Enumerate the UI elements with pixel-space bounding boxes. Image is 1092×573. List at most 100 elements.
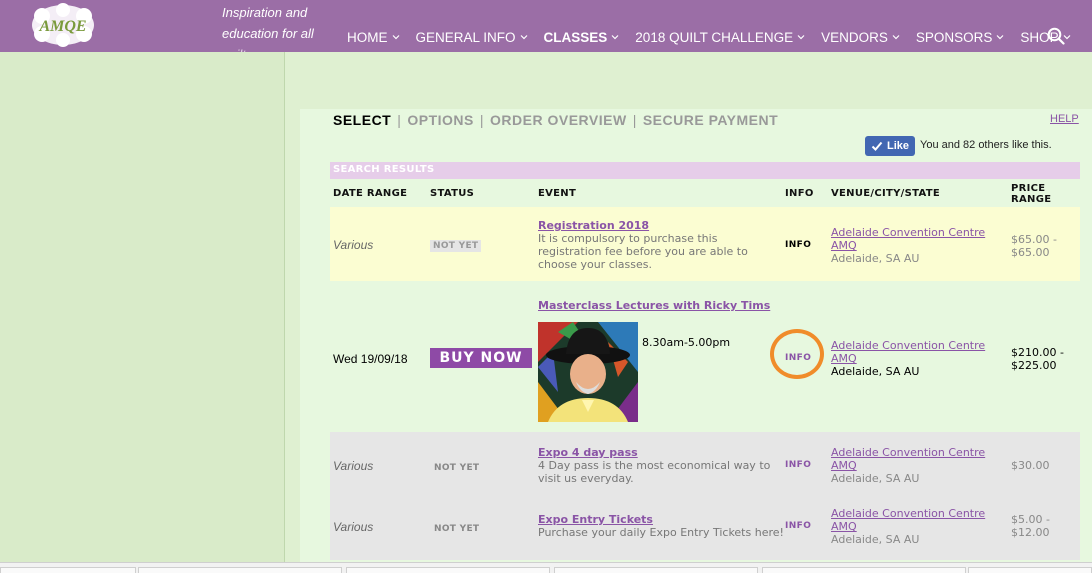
col-venue: VENUE/CITY/STATE xyxy=(831,188,940,199)
event-desc-line: choose your classes. xyxy=(538,258,653,271)
nav-home[interactable]: HOME xyxy=(347,30,400,45)
nav-home-label: HOME xyxy=(347,29,388,45)
row-event: Expo Entry Tickets Purchase your daily E… xyxy=(538,513,784,539)
nav-classes[interactable]: CLASSES xyxy=(544,30,620,45)
price-min: $5.00 - xyxy=(1011,513,1050,526)
col-price-line-2: RANGE xyxy=(1011,194,1052,205)
venue-link-amq[interactable]: AMQ xyxy=(831,520,985,533)
step-secure-payment: SECURE PAYMENT xyxy=(642,112,779,128)
price-max: $225.00 xyxy=(1011,359,1057,372)
not-yet-badge: NOT YET xyxy=(430,240,482,252)
venue-link[interactable]: Adelaide Convention Centre xyxy=(831,226,985,239)
event-time: 8.30am-5.00pm xyxy=(642,336,731,349)
site-header: AMQE Inspiration and education for all q… xyxy=(0,0,1092,62)
not-yet-badge: NOT YET xyxy=(434,463,480,473)
site-logo[interactable]: AMQE xyxy=(30,2,96,48)
row-price: $30.00 xyxy=(1011,459,1050,472)
step-separator: | xyxy=(479,112,485,128)
event-title-link[interactable]: Registration 2018 xyxy=(538,219,748,232)
help-link[interactable]: HELP xyxy=(1050,113,1079,125)
main-nav: HOME GENERAL INFO CLASSES 2018 QUILT CHA… xyxy=(347,27,1087,47)
venue-link-amq[interactable]: AMQ xyxy=(831,239,985,252)
browser-tab[interactable] xyxy=(346,567,550,573)
info-link[interactable]: INFO xyxy=(785,240,811,250)
nav-vendors[interactable]: VENDORS xyxy=(821,30,900,45)
chevron-down-icon xyxy=(611,35,619,40)
step-separator: | xyxy=(632,112,637,128)
like-label: Like xyxy=(886,140,909,152)
venue-link-amq[interactable]: AMQ xyxy=(831,352,985,365)
search-icon[interactable] xyxy=(1047,27,1065,45)
row-venue: Adelaide Convention Centre AMQ Adelaide,… xyxy=(831,226,985,265)
browser-tab[interactable] xyxy=(0,567,136,573)
logo-text: AMQE xyxy=(38,18,86,35)
like-count-text: You and 82 others like this. xyxy=(920,139,1052,151)
event-title-link[interactable]: Masterclass Lectures with Ricky Tims xyxy=(538,299,770,312)
event-title-link[interactable]: Expo Entry Tickets xyxy=(538,513,784,526)
venue-link-amq[interactable]: AMQ xyxy=(831,459,985,472)
step-separator: | xyxy=(397,112,402,128)
left-sidebar xyxy=(0,52,284,562)
browser-tab[interactable] xyxy=(554,567,758,573)
venue-city: Adelaide, SA AU xyxy=(831,533,920,546)
search-results-title: SEARCH RESULTS xyxy=(333,164,435,175)
nav-quilt-challenge[interactable]: 2018 QUILT CHALLENGE xyxy=(635,30,805,45)
info-link[interactable]: INFO xyxy=(785,521,811,531)
tagline-line-2: education for all xyxy=(222,26,314,41)
row-price: $65.00 - $65.00 xyxy=(1011,233,1057,259)
step-options: OPTIONS xyxy=(407,112,474,128)
venue-link[interactable]: Adelaide Convention Centre xyxy=(831,507,985,520)
nav-sponsors[interactable]: SPONSORS xyxy=(916,30,1005,45)
presenter-photo xyxy=(538,322,638,422)
facebook-like-button[interactable]: Like xyxy=(865,136,915,156)
row-date: Wed 19/09/18 xyxy=(333,352,408,366)
nav-vendors-label: VENDORS xyxy=(821,29,888,45)
col-price: PRICE RANGE xyxy=(1011,183,1051,205)
venue-link[interactable]: Adelaide Convention Centre xyxy=(831,339,985,352)
event-title-link[interactable]: Expo 4 day pass xyxy=(538,446,770,459)
checkout-steps: SELECT | OPTIONS | ORDER OVERVIEW | SECURE PAY… xyxy=(333,112,778,128)
chevron-down-icon xyxy=(520,35,527,40)
row-event: Expo 4 day pass 4 Day pass is the most e… xyxy=(538,446,770,485)
event-desc-line: Purchase your daily Expo Entry Tickets h… xyxy=(538,526,784,539)
buy-now-button[interactable]: BUY NOW xyxy=(430,348,532,368)
venue-city: Adelaide, SA AU xyxy=(831,472,920,485)
browser-tab[interactable] xyxy=(762,567,966,573)
row-status: NOT YET xyxy=(434,460,479,473)
chevron-down-icon xyxy=(892,35,900,40)
col-price-line-1: PRICE xyxy=(1011,183,1046,194)
chevron-down-icon xyxy=(996,35,1004,40)
venue-link[interactable]: Adelaide Convention Centre xyxy=(831,446,985,459)
venue-city: Adelaide, SA AU xyxy=(831,365,920,378)
nav-general-info-label: GENERAL INFO xyxy=(415,29,516,45)
event-desc-line: registration fee before you are able to xyxy=(538,245,748,258)
row-venue: Adelaide Convention Centre AMQ Adelaide,… xyxy=(831,507,985,546)
browser-tab[interactable] xyxy=(968,567,1092,573)
row-status: NOT YET xyxy=(434,521,479,534)
price-max: $65.00 xyxy=(1011,246,1050,259)
not-yet-badge: NOT YET xyxy=(434,524,480,534)
nav-general-info[interactable]: GENERAL INFO xyxy=(416,30,528,45)
highlight-circle-annotation xyxy=(770,329,824,379)
event-desc-line: visit us everyday. xyxy=(538,472,634,485)
row-price: $210.00 - $225.00 xyxy=(1011,346,1064,372)
search-results-header: SEARCH RESULTS xyxy=(330,162,1080,179)
col-info: INFO xyxy=(785,188,814,199)
row-date: Various xyxy=(333,520,374,534)
chevron-down-icon xyxy=(797,35,805,40)
nav-classes-label: CLASSES xyxy=(543,29,608,45)
column-divider xyxy=(284,52,285,562)
nav-sponsors-label: SPONSORS xyxy=(915,29,993,45)
price-max: $12.00 xyxy=(1011,526,1050,539)
row-event: Masterclass Lectures with Ricky Tims xyxy=(538,299,770,312)
row-venue: Adelaide Convention Centre AMQ Adelaide,… xyxy=(831,446,985,485)
nav-quilt-challenge-label: 2018 QUILT CHALLENGE xyxy=(635,29,794,45)
row-status: NOT YET xyxy=(430,238,482,252)
info-link[interactable]: INFO xyxy=(785,460,811,470)
browser-tab[interactable] xyxy=(138,567,342,573)
col-event: EVENT xyxy=(538,188,577,199)
price-min: $65.00 - xyxy=(1011,233,1057,246)
step-select: SELECT xyxy=(333,112,392,128)
event-desc-line: It is compulsory to purchase this xyxy=(538,232,718,245)
venue-city: Adelaide, SA AU xyxy=(831,252,920,265)
